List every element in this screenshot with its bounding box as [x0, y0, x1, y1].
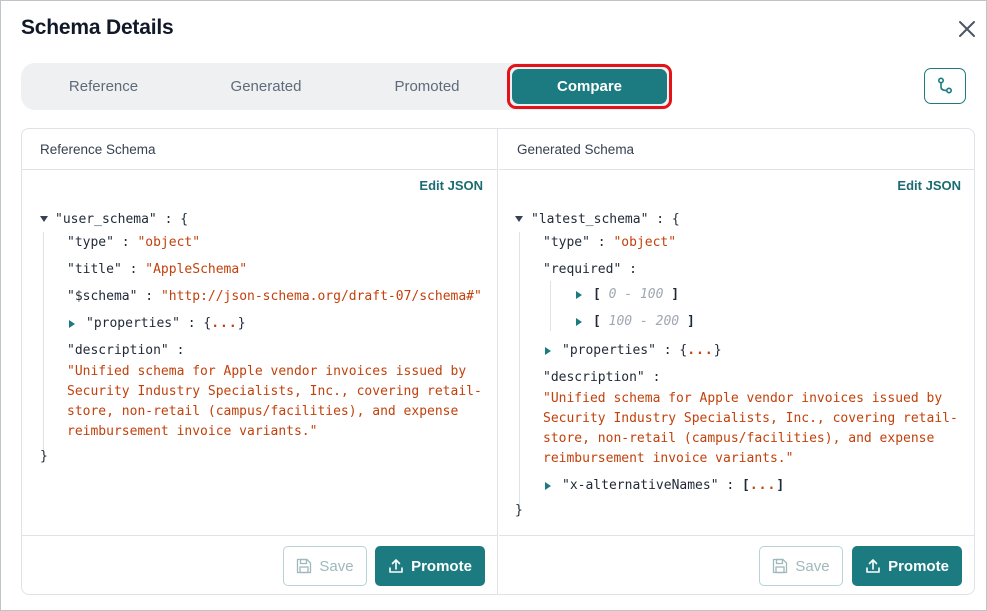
reference-schema-panel: Reference Schema Edit JSON "user_schema"… — [22, 129, 498, 594]
git-branch-button[interactable] — [924, 68, 966, 104]
json-string-value: "object" — [137, 235, 201, 250]
save-icon — [773, 558, 788, 574]
json-close-brace: } — [515, 503, 523, 518]
expand-triangle-icon[interactable] — [545, 347, 551, 355]
modal-title: Schema Details — [21, 16, 174, 39]
json-key: "$schema" — [67, 289, 138, 304]
json-key: "title" — [67, 262, 122, 277]
json-description-line: reimbursement invoice variants." — [67, 424, 318, 439]
indent-guide — [550, 281, 551, 331]
json-description-line: reimbursement invoice variants." — [543, 451, 794, 466]
json-description-line: store, non-retail (campus/facilities), a… — [543, 431, 935, 446]
json-required-line: "required" : — [543, 262, 637, 277]
collapse-triangle-icon[interactable] — [515, 216, 523, 222]
panel-header: Generated Schema — [499, 129, 974, 170]
collapsed-indicator[interactable]: ... — [750, 478, 776, 493]
json-array-range-line: [ 0 - 100 ] — [593, 287, 680, 302]
json-key: "properties" — [86, 316, 180, 331]
tab-compare[interactable]: Compare — [507, 64, 672, 109]
save-label: Save — [795, 557, 830, 575]
tab-bar: Reference Generated Promoted Compare — [21, 63, 672, 110]
json-close-brace: } — [40, 449, 48, 464]
json-properties-line: "properties" : {...} — [562, 343, 722, 358]
promote-button[interactable]: Promote — [375, 546, 485, 586]
upload-icon — [389, 559, 403, 573]
json-string-value: "http://json-schema.org/draft-07/schema#… — [160, 289, 482, 304]
save-button[interactable]: Save — [759, 546, 843, 586]
json-properties-line: "properties" : {...} — [86, 316, 246, 331]
expand-triangle-icon[interactable] — [576, 318, 582, 326]
json-altnames-line: "x-alternativeNames" : [...] — [562, 478, 785, 493]
json-type-line: "type" : "object" — [543, 235, 677, 250]
edit-json-link[interactable]: Edit JSON — [897, 178, 961, 193]
save-label: Save — [319, 557, 354, 575]
json-key: "description" — [543, 370, 645, 385]
json-description-line: "Unified schema for Apple vendor invoice… — [543, 391, 943, 406]
expand-triangle-icon[interactable] — [69, 320, 75, 328]
json-string-value: "object" — [613, 235, 677, 250]
upload-icon — [866, 559, 880, 573]
panel-header: Reference Schema — [22, 129, 497, 170]
json-key: "properties" — [562, 343, 656, 358]
json-key: "required" — [543, 262, 622, 277]
json-array-range-line: [ 100 - 200 ] — [593, 314, 695, 329]
expand-triangle-icon[interactable] — [576, 291, 582, 299]
panel-footer: Save Promote — [499, 535, 974, 594]
save-icon — [297, 558, 312, 574]
json-schema-line: "$schema" : "http://json-schema.org/draf… — [67, 289, 482, 304]
array-range-label[interactable]: 0 - 100 — [609, 287, 664, 302]
indent-guide — [519, 232, 520, 508]
json-root-line: "user_schema" : { — [55, 212, 189, 227]
edit-json-link[interactable]: Edit JSON — [419, 178, 483, 193]
json-description-line: "Unified schema for Apple vendor invoice… — [67, 364, 467, 379]
array-range-label[interactable]: 100 - 200 — [609, 314, 679, 329]
close-icon — [959, 21, 975, 37]
json-description-line: Security Industry Specialists, Inc., cov… — [543, 411, 958, 426]
promote-label: Promote — [411, 557, 472, 575]
promote-button[interactable]: Promote — [852, 546, 962, 586]
json-description-key-line: "description" : — [543, 370, 661, 385]
indent-guide — [43, 232, 44, 450]
json-root-line: "latest_schema" : { — [531, 212, 680, 227]
json-description-line: store, non-retail (campus/facilities), a… — [67, 404, 459, 419]
promote-label: Promote — [888, 557, 949, 575]
json-title-line: "title" : "AppleSchema" — [67, 262, 248, 277]
json-key: "type" — [67, 235, 114, 250]
json-string-value: "AppleSchema" — [145, 262, 248, 277]
json-key: "x-alternativeNames" — [562, 478, 719, 493]
tab-promoted[interactable]: Promoted — [346, 63, 508, 110]
json-key: "type" — [543, 235, 590, 250]
generated-schema-panel: Generated Schema Edit JSON "latest_schem… — [499, 129, 974, 594]
tab-generated[interactable]: Generated — [186, 63, 346, 110]
git-branch-icon — [937, 77, 953, 94]
save-button[interactable]: Save — [283, 546, 367, 586]
collapsed-indicator[interactable]: ... — [687, 343, 713, 358]
compare-panels: Reference Schema Edit JSON "user_schema"… — [21, 128, 975, 595]
json-key: "description" — [67, 343, 169, 358]
tab-reference[interactable]: Reference — [21, 63, 186, 110]
json-key: "user_schema" — [55, 212, 157, 227]
json-type-line: "type" : "object" — [67, 235, 201, 250]
collapsed-indicator[interactable]: ... — [211, 316, 237, 331]
schema-details-modal: Schema Details Reference Generated Promo… — [0, 0, 987, 611]
panel-footer: Save Promote — [22, 535, 497, 594]
collapse-triangle-icon[interactable] — [40, 216, 48, 222]
tab-compare-label: Compare — [512, 69, 667, 104]
expand-triangle-icon[interactable] — [545, 482, 551, 490]
close-button[interactable] — [955, 15, 979, 43]
json-key: "latest_schema" — [531, 212, 649, 227]
json-description-line: Security Industry Specialists, Inc., cov… — [67, 384, 482, 399]
json-description-key-line: "description" : — [67, 343, 185, 358]
